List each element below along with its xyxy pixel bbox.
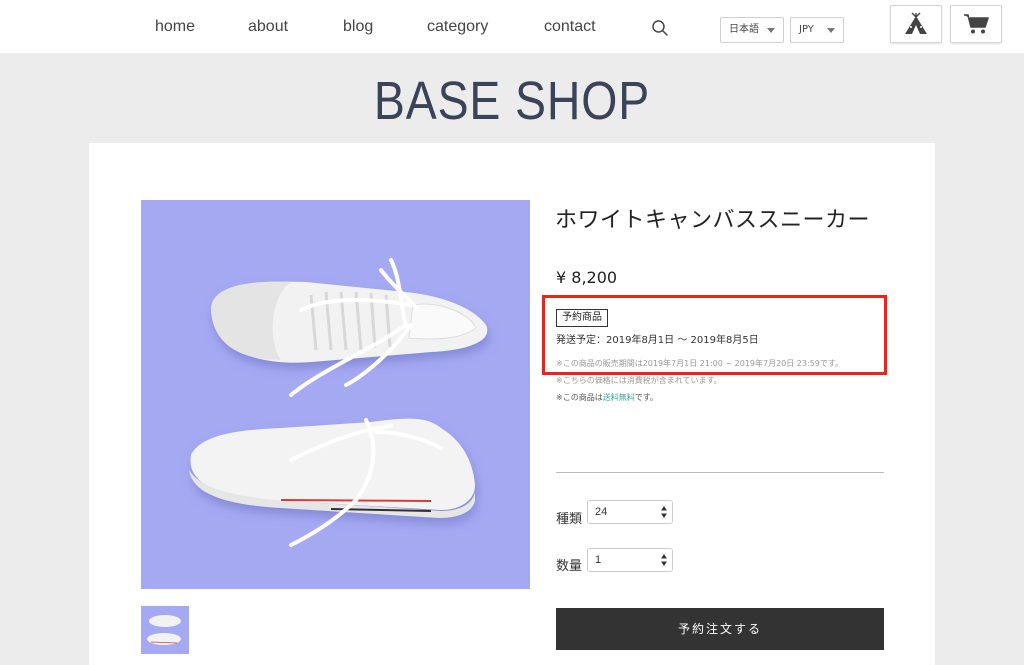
currency-select[interactable]: JPY [790, 17, 844, 43]
nav-category-link[interactable]: category [427, 18, 488, 36]
chevron-down-icon [827, 28, 835, 33]
divider [556, 472, 884, 473]
variant-label: 種類 [556, 512, 583, 527]
product-price: ¥ 8,200 [556, 268, 618, 287]
cart-button[interactable] [950, 5, 1002, 43]
up-down-arrows-icon [661, 554, 667, 566]
nav-contact-link[interactable]: contact [544, 18, 596, 36]
nav-about-link[interactable]: about [248, 18, 288, 36]
shipping-note-suffix: です。 [634, 393, 658, 402]
currency-select-value: JPY [799, 24, 814, 35]
preorder-badge: 予約商品 [556, 309, 608, 327]
tax-note: ※こちらの価格には消費税が含まれています。 [556, 376, 722, 385]
product-thumbnail[interactable] [141, 606, 189, 654]
language-select[interactable]: 日本語 [720, 17, 784, 43]
shipping-note: ※この商品は送料無料です。 [556, 392, 658, 403]
sale-period-note: ※この商品の販売期間は2019年7月1日 21:00 ~ 2019年7月20日 … [556, 359, 844, 368]
quantity-label: 数量 [556, 559, 583, 574]
nav-blog-link[interactable]: blog [343, 18, 373, 36]
shop-logo[interactable]: BASE SHOP [72, 70, 953, 132]
product-title: ホワイトキャンバススニーカー [555, 208, 871, 233]
variant-select[interactable]: 24 [587, 500, 673, 524]
quantity-select-value: 1 [595, 554, 602, 566]
variant-select-value: 24 [595, 506, 608, 518]
free-shipping-link[interactable]: 送料無料 [603, 393, 635, 402]
cart-icon [964, 14, 989, 34]
tent-icon [905, 12, 927, 34]
product-main-image [141, 200, 530, 589]
up-down-arrows-icon [661, 506, 667, 518]
language-select-value: 日本語 [729, 24, 759, 35]
chevron-down-icon [767, 28, 775, 33]
quantity-select[interactable]: 1 [587, 548, 673, 572]
nav-home-link[interactable]: home [155, 18, 195, 36]
shop-home-button[interactable] [890, 5, 942, 43]
search-icon[interactable] [651, 19, 669, 37]
preorder-button[interactable]: 予約注文する [556, 608, 884, 650]
shipping-note-prefix: ※この商品は [556, 393, 603, 402]
shipping-schedule: 発送予定：2019年8月1日 〜 2019年8月5日 [556, 335, 759, 346]
top-navigation-bar: home about blog category contact 日本語 JPY [0, 0, 1024, 53]
